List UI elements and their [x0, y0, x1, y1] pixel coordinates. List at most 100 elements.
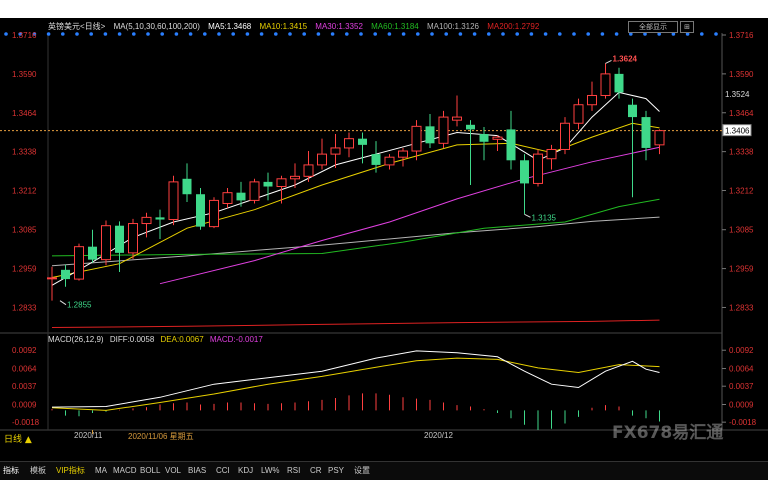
- top-dot-marker: [614, 32, 619, 36]
- candle-body-up: [128, 223, 138, 254]
- macd-tick-label-left: -0.0018: [12, 418, 40, 427]
- price-tick-label-left: 1.3464: [12, 109, 37, 118]
- x-label-nov: 2020/11: [74, 431, 103, 440]
- candle-body-up: [546, 148, 557, 160]
- price-tick-label-left: 1.2833: [12, 303, 37, 312]
- candle-body-up: [560, 122, 570, 150]
- ma5-axis-tag: 1.3524: [725, 90, 750, 99]
- tab-boll[interactable]: BOLL: [140, 464, 160, 477]
- grid-toggle-button[interactable]: ⊞: [680, 21, 694, 33]
- price-tick-label: 1.3085: [729, 226, 754, 235]
- top-dot-marker: [558, 32, 562, 36]
- candle-body-down: [466, 124, 475, 130]
- candle-body-down: [182, 178, 192, 195]
- tab-ma[interactable]: MA: [95, 464, 107, 477]
- candle-body-down: [371, 154, 381, 165]
- macd-dea: DEA:0.0067: [160, 335, 204, 344]
- candle-body-down: [88, 246, 97, 260]
- price-tick-label: 1.3590: [729, 70, 754, 79]
- price-tick-label-left: 1.3716: [12, 31, 37, 40]
- candle-body-down: [641, 117, 651, 148]
- candle-body-up: [533, 153, 543, 184]
- period-selector[interactable]: 日线 ▲: [4, 432, 32, 445]
- ma200-value: MA200:1.2792: [487, 22, 540, 31]
- macd-legend: MACD(26,12,9) DIFF:0.0058 DEA:0.0067 MAC…: [48, 335, 267, 347]
- candle-body-up: [317, 153, 327, 166]
- candle-body-up: [452, 116, 462, 121]
- mid-low-annotation: 1.3135: [532, 213, 557, 222]
- candle-body-down: [425, 126, 435, 144]
- candle-body-up: [209, 199, 219, 228]
- candle-body-down: [358, 138, 367, 145]
- price-tick-label-left: 1.3085: [12, 226, 37, 235]
- ma200-line: [51, 319, 660, 328]
- macd-tick-label: 0.0009: [729, 401, 754, 410]
- last-price-label: 1.3406: [725, 127, 750, 136]
- tab-cr[interactable]: CR: [310, 464, 322, 477]
- candle-body-down: [196, 194, 205, 227]
- ma5-line: [51, 91, 660, 286]
- tab-bias[interactable]: BIAS: [188, 464, 206, 477]
- candle-body-down: [520, 160, 529, 184]
- candle-body-up: [290, 175, 300, 180]
- candle-body-up: [438, 116, 449, 144]
- macd-tick-label-left: 0.0009: [12, 401, 37, 410]
- candle-body-up: [330, 147, 341, 155]
- macd-tick-label: 0.0037: [729, 382, 754, 391]
- diff-line: [51, 350, 660, 408]
- candle-body-up: [398, 150, 408, 158]
- candle-body-up: [141, 216, 152, 225]
- tab-rsi[interactable]: RSI: [287, 464, 300, 477]
- ma30-value: MA30:1.3352: [315, 22, 363, 31]
- candle-body-up: [654, 130, 665, 146]
- candle-body-up: [74, 246, 84, 280]
- macd-tick-label-left: 0.0064: [12, 365, 37, 374]
- candle-body-up: [492, 136, 503, 140]
- top-dot-marker: [714, 32, 718, 36]
- chart-frame: 1.3716 1.3716 1.3590 1.3590 1.3464 1.3464 1.33…: [0, 18, 768, 480]
- ma-legend: 英镑美元<日线> MA(5,10,30,60,100,200) MA5:1.34…: [48, 21, 545, 35]
- tab-macd[interactable]: MACD: [113, 464, 137, 477]
- tab-kdj[interactable]: KDJ: [238, 464, 253, 477]
- tab-cci[interactable]: CCI: [216, 464, 230, 477]
- price-tick-label: 1.2833: [729, 303, 754, 312]
- show-all-button[interactable]: 全部显示: [628, 21, 678, 33]
- price-tick-label-left: 1.2959: [12, 265, 37, 274]
- candle-body-down: [506, 129, 516, 161]
- top-dot-marker: [586, 32, 590, 36]
- tab-psy[interactable]: PSY: [328, 464, 344, 477]
- candle-body-down: [115, 225, 124, 253]
- macd-tick-label-left: 0.0092: [12, 346, 37, 355]
- tab-lw[interactable]: LW%: [261, 464, 280, 477]
- tab-templates[interactable]: 模板: [30, 464, 46, 477]
- top-dot-marker: [700, 32, 704, 36]
- ma100-value: MA100:1.3126: [426, 22, 479, 31]
- candle-body-down: [614, 73, 624, 93]
- macd-tick-label: 0.0092: [729, 346, 754, 355]
- trading-app: 1.3716 1.3716 1.3590 1.3590 1.3464 1.3464 1.33…: [0, 0, 768, 480]
- macd-macd: MACD:-0.0017: [209, 335, 263, 344]
- tab-indicators[interactable]: 指标: [3, 464, 19, 477]
- tab-vip-indicators[interactable]: VIP指标: [56, 464, 85, 477]
- candle-body-up: [573, 104, 584, 124]
- top-dot-marker: [572, 32, 576, 36]
- macd-tick-label: -0.0018: [729, 418, 757, 427]
- mid-low-pointer: [524, 213, 531, 218]
- indicator-tab-bar: 指标 模板 VIP指标 MA MACD BOLL VOL BIAS CCI KD…: [0, 461, 768, 480]
- candle-body-up: [600, 73, 611, 96]
- price-tick-label-left: 1.3212: [12, 187, 37, 196]
- dea-line: [51, 357, 660, 411]
- symbol-label[interactable]: 英镑美元<日线>: [48, 22, 105, 31]
- low-annotation: 1.2855: [67, 301, 92, 310]
- candle-body-up: [101, 225, 111, 261]
- price-tick-label: 1.3212: [729, 187, 754, 196]
- candle-body-up: [249, 181, 260, 201]
- candlestick-chart[interactable]: 1.3716 1.3716 1.3590 1.3590 1.3464 1.3464 1.33…: [0, 18, 768, 462]
- ma60-value: MA60:1.3184: [371, 22, 419, 31]
- price-tick-label-left: 1.3338: [12, 148, 37, 157]
- candle-body-up: [303, 164, 314, 177]
- tab-settings[interactable]: 设置: [354, 464, 370, 477]
- ma60-line: [51, 198, 660, 257]
- top-dot-marker: [4, 32, 8, 36]
- tab-vol[interactable]: VOL: [165, 464, 181, 477]
